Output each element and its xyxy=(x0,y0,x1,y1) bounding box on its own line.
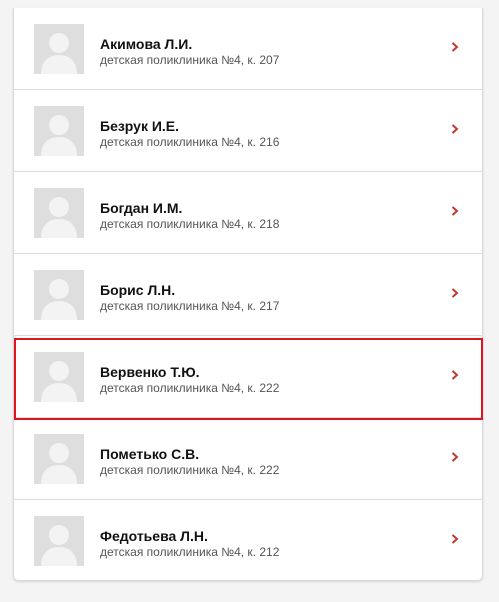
user-placeholder-icon xyxy=(34,434,84,484)
doctor-row-akimova[interactable]: Акимова Л.И. детская поликлиника №4, к. … xyxy=(14,8,482,90)
doctor-name: Пометько С.В. xyxy=(100,446,200,462)
user-placeholder-icon xyxy=(34,24,84,74)
doctor-details: детская поликлиника №4, к. 222 xyxy=(100,381,280,395)
doctor-row-pometko[interactable]: Пометько С.В. детская поликлиника №4, к.… xyxy=(14,418,482,500)
user-placeholder-icon xyxy=(34,270,84,320)
user-placeholder-icon xyxy=(34,352,84,402)
chevron-right-icon xyxy=(451,42,459,52)
doctor-name: Вервенко Т.Ю. xyxy=(100,364,200,380)
doctor-row-boris[interactable]: Борис Л.Н. детская поликлиника №4, к. 21… xyxy=(14,254,482,336)
user-placeholder-icon xyxy=(34,188,84,238)
doctor-row-fedotyeva[interactable]: Федотьева Л.Н. детская поликлиника №4, к… xyxy=(14,500,482,582)
doctor-name: Борис Л.Н. xyxy=(100,282,176,298)
doctor-row-bezruk[interactable]: Безрук И.Е. детская поликлиника №4, к. 2… xyxy=(14,90,482,172)
chevron-right-icon xyxy=(451,206,459,216)
user-placeholder-icon xyxy=(34,106,84,156)
doctor-details: детская поликлиника №4, к. 207 xyxy=(100,53,280,67)
doctor-row-vervenko[interactable]: Вервенко Т.Ю. детская поликлиника №4, к.… xyxy=(14,336,482,418)
chevron-right-icon xyxy=(451,124,459,134)
doctor-details: детская поликлиника №4, к. 212 xyxy=(100,545,280,559)
user-placeholder-icon xyxy=(34,516,84,566)
doctor-name: Федотьева Л.Н. xyxy=(100,528,208,544)
chevron-right-icon xyxy=(451,288,459,298)
doctor-details: детская поликлиника №4, к. 222 xyxy=(100,463,280,477)
doctor-details: детская поликлиника №4, к. 218 xyxy=(100,217,280,231)
doctor-name: Акимова Л.И. xyxy=(100,36,193,52)
doctor-list: Акимова Л.И. детская поликлиника №4, к. … xyxy=(13,8,483,581)
chevron-right-icon xyxy=(451,534,459,544)
doctor-name: Безрук И.Е. xyxy=(100,118,180,134)
chevron-right-icon xyxy=(451,370,459,380)
doctor-row-bogdan[interactable]: Богдан И.М. детская поликлиника №4, к. 2… xyxy=(14,172,482,254)
doctor-name: Богдан И.М. xyxy=(100,200,183,216)
chevron-right-icon xyxy=(451,452,459,462)
doctor-details: детская поликлиника №4, к. 216 xyxy=(100,135,280,149)
doctor-details: детская поликлиника №4, к. 217 xyxy=(100,299,280,313)
